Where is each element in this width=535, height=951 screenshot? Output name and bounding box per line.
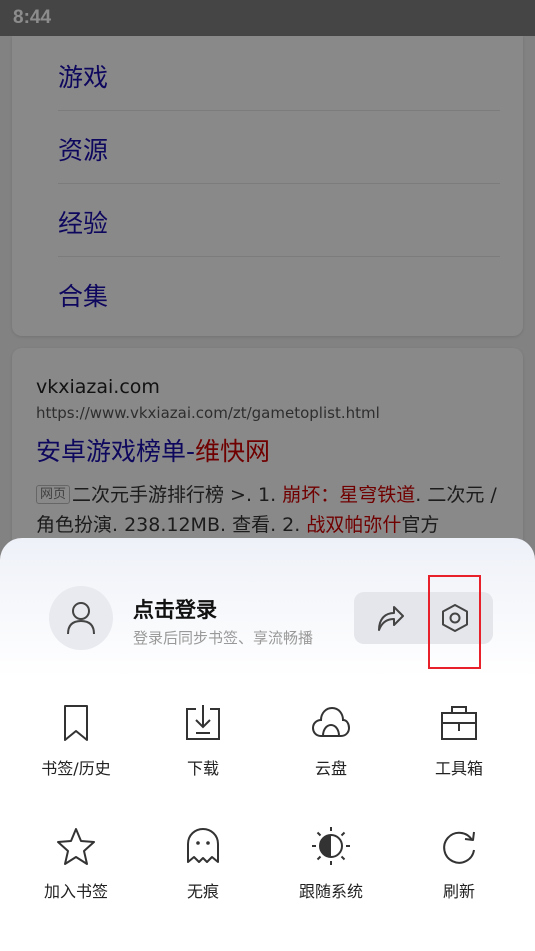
ghost-icon (187, 828, 219, 863)
user-icon (67, 602, 95, 635)
share-icon (378, 606, 404, 631)
grid-label: 加入书签 (43, 882, 108, 901)
grid-label: 跟随系统 (298, 882, 363, 901)
grid-label: 下载 (186, 759, 219, 778)
toolbox-icon (441, 706, 477, 740)
grid-label: 工具箱 (434, 759, 483, 778)
share-button[interactable] (354, 592, 426, 644)
bottom-menu-sheet: 点击登录 登录后同步书签、享流畅播 书签/历史 下载 云盘 工具箱 加入书签 无… (0, 538, 535, 951)
download-button[interactable]: 下载 (148, 703, 258, 793)
grid-label: 无痕 (186, 882, 219, 901)
grid-label: 书签/历史 (41, 759, 111, 778)
download-icon (186, 705, 220, 740)
refresh-icon (443, 831, 475, 864)
highlight-box (428, 575, 481, 669)
add-bookmark-button[interactable]: 加入书签 (21, 826, 131, 916)
login-title[interactable]: 点击登录 (133, 594, 217, 624)
grid-label: 云盘 (314, 759, 347, 778)
follow-system-theme-button[interactable]: 跟随系统 (276, 826, 386, 916)
cloud-icon (311, 706, 351, 737)
star-icon (57, 828, 95, 865)
refresh-button[interactable]: 刷新 (404, 826, 514, 916)
toolbox-button[interactable]: 工具箱 (404, 703, 514, 793)
bookmarks-history-button[interactable]: 书签/历史 (21, 703, 131, 793)
avatar[interactable] (49, 586, 113, 650)
incognito-button[interactable]: 无痕 (148, 826, 258, 916)
login-subtitle: 登录后同步书签、享流畅播 (133, 629, 314, 647)
theme-auto-icon (312, 827, 350, 865)
bookmark-icon (64, 705, 88, 741)
grid-label: 刷新 (442, 882, 475, 901)
cloud-drive-button[interactable]: 云盘 (276, 703, 386, 793)
